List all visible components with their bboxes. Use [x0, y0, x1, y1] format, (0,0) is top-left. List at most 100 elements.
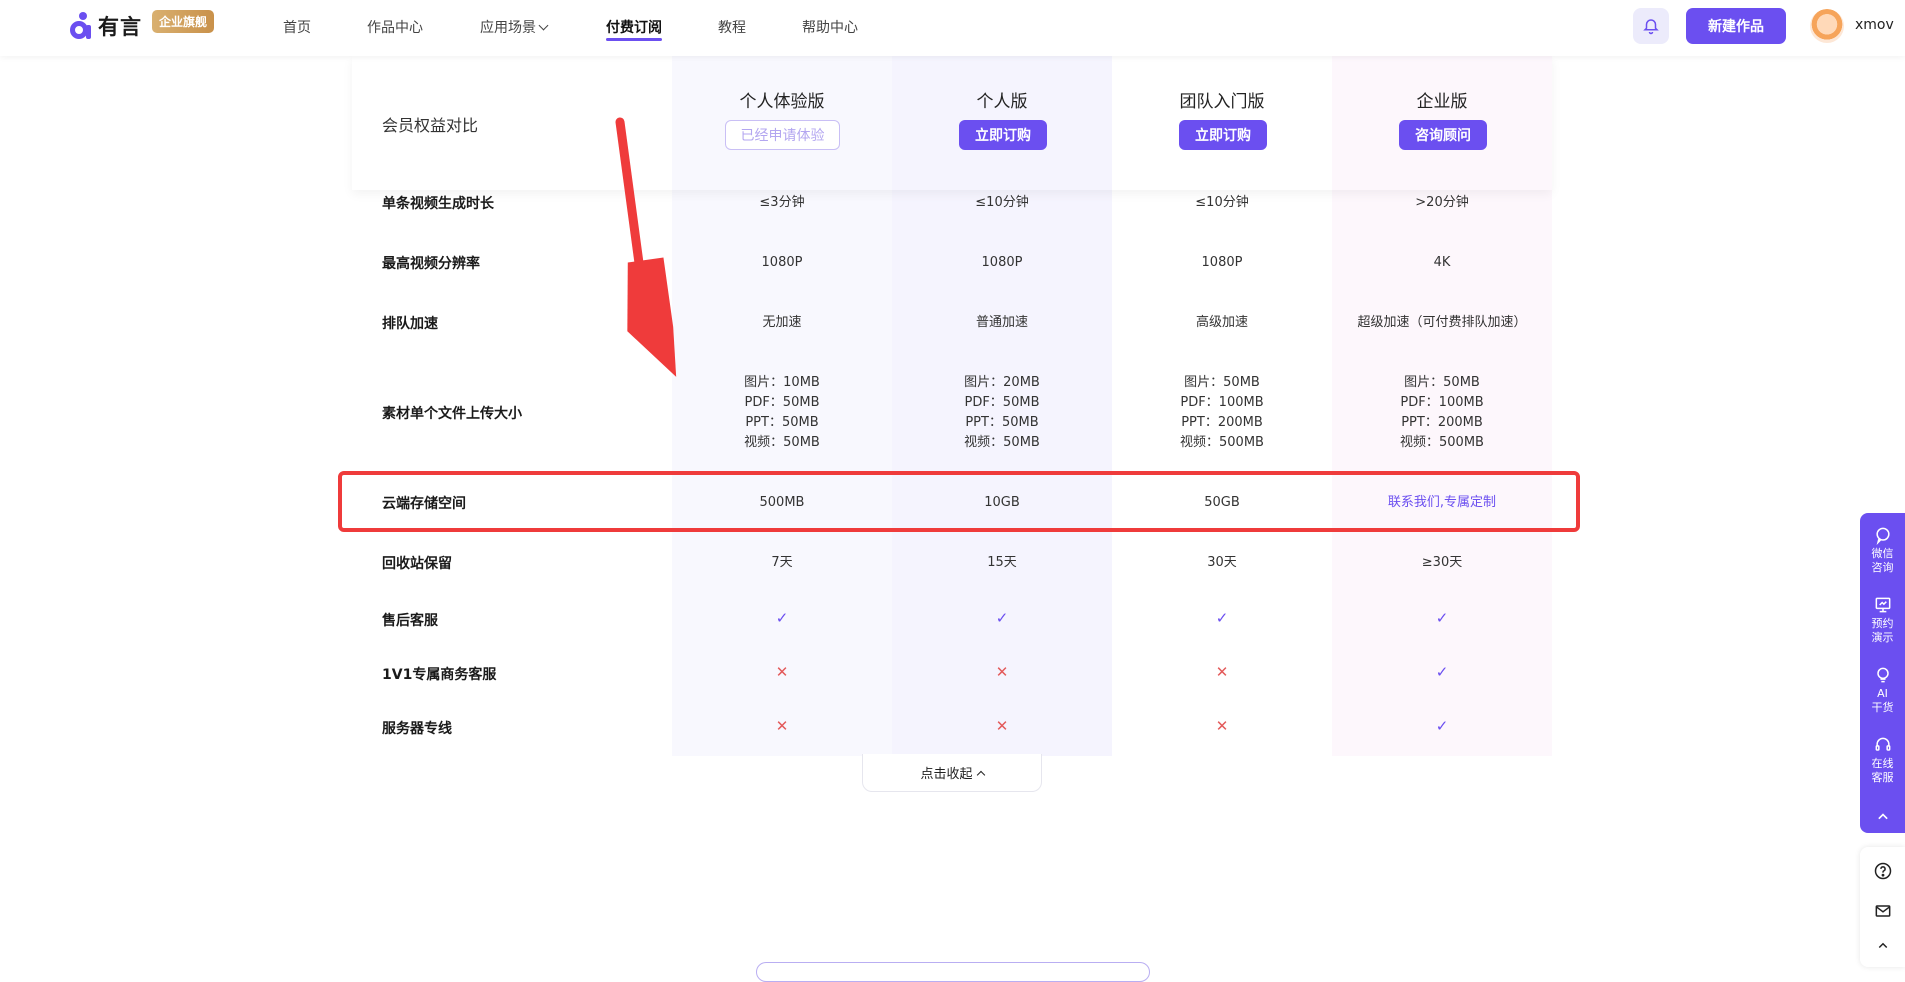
row-label: 排队加速 [382, 316, 438, 332]
side-item-label: 演示 [1871, 631, 1894, 644]
help-button[interactable] [1860, 861, 1905, 885]
plan-name-enterprise: 企业版 [1416, 92, 1468, 112]
row-label: 服务器专线 [382, 721, 452, 737]
cell-line: 图片：50MB [1184, 375, 1260, 390]
table-cell: 1080P [761, 255, 803, 270]
cell-line: 视频：500MB [1180, 435, 1264, 450]
nav-works-center[interactable]: 作品中心 [367, 17, 423, 37]
table-cell: ≥30天 [1421, 555, 1463, 570]
presentation-icon [1875, 597, 1890, 613]
enterprise-badge: 企业旗舰 [152, 9, 215, 33]
row-label: 1V1专属商务客服 [382, 667, 497, 683]
chevron-up-icon [1878, 942, 1887, 949]
logo-text: 有言 [98, 15, 142, 39]
nav-tutorial[interactable]: 教程 [718, 17, 746, 37]
annotation-box-storage-row [338, 471, 1580, 532]
buy-team-button[interactable]: 立即订购 [1179, 120, 1267, 150]
table-cell: ≤3分钟 [759, 195, 805, 210]
table-cell: 7天 [771, 555, 793, 570]
row-label: 售后客服 [382, 613, 438, 629]
headset-icon [1875, 737, 1890, 751]
message-button[interactable] [1860, 901, 1905, 925]
check-icon: ✓ [1435, 663, 1449, 681]
applied-trial-button[interactable]: 已经申请体验 [725, 120, 840, 150]
table-cell: >20分钟 [1415, 195, 1469, 210]
bell-icon [1643, 19, 1659, 35]
notification-button[interactable] [1633, 8, 1669, 44]
side-item-label: 咨询 [1871, 561, 1894, 574]
cell-line: 视频：50MB [964, 435, 1040, 450]
help-icon [1874, 862, 1891, 880]
username[interactable]: xmov [1855, 17, 1894, 33]
table-cell: 无加速 [762, 315, 802, 330]
row-label: 最高视频分辨率 [382, 256, 480, 272]
annotation-arrow-icon [615, 117, 677, 377]
nav-help-center[interactable]: 帮助中心 [802, 17, 858, 37]
collapse-label: 点击收起 [920, 767, 973, 782]
table-cell: 4K [1433, 255, 1451, 270]
cell-line: 视频：500MB [1400, 435, 1484, 450]
table-cell: 15天 [987, 555, 1017, 570]
side-item-label: 微信 [1871, 547, 1894, 560]
cell-line: 图片：50MB [1404, 375, 1480, 390]
chat-icon [1875, 527, 1890, 545]
lightbulb-icon [1876, 667, 1889, 683]
side-item-label: 预约 [1871, 617, 1894, 630]
plan-name-trial: 个人体验版 [739, 92, 825, 112]
side-book-demo[interactable]: 预约 演示 [1860, 595, 1905, 645]
floating-service-panel: 微信 咨询 预约 演示 AI 干货 在线 客服 [1860, 513, 1905, 833]
table-cell: 图片：20MB PDF：50MB PPT：50MB 视频：50MB [892, 373, 1112, 453]
table-cell: 普通加速 [975, 315, 1028, 330]
cross-icon: ✕ [1215, 663, 1229, 681]
row-label: 回收站保留 [382, 556, 452, 572]
logo[interactable]: 有言 企业旗舰 [68, 9, 215, 41]
cell-line: PPT：50MB [745, 415, 819, 430]
side-collapse-button[interactable] [1860, 807, 1905, 829]
cell-line: PDF：50MB [744, 395, 820, 410]
side-ai-tips[interactable]: AI 干货 [1860, 665, 1905, 715]
plan-name-team: 团队入门版 [1179, 92, 1265, 112]
cell-line: PDF：100MB [1180, 395, 1264, 410]
check-icon: ✓ [1215, 609, 1229, 627]
row-label: 素材单个文件上传大小 [382, 406, 522, 422]
table-cell: ≤10分钟 [1195, 195, 1249, 210]
mail-icon [1875, 905, 1890, 917]
bottom-outline-button[interactable] [756, 962, 1150, 982]
nav-paid-subscription-label: 付费订阅 [606, 20, 662, 36]
table-cell: 1080P [981, 255, 1023, 270]
scroll-top-button[interactable] [1860, 937, 1905, 959]
side-item-label: 在线 [1871, 757, 1894, 770]
row-label: 单条视频生成时长 [382, 196, 494, 212]
nav-scenarios[interactable]: 应用场景 [480, 17, 549, 37]
side-wechat-consult[interactable]: 微信 咨询 [1860, 525, 1905, 575]
table-cell: 高级加速 [1195, 315, 1248, 330]
nav-home[interactable]: 首页 [283, 17, 311, 37]
table-cell: 图片：10MB PDF：50MB PPT：50MB 视频：50MB [672, 373, 892, 453]
cell-line: 图片：10MB [744, 375, 820, 390]
cell-line: PDF：100MB [1400, 395, 1484, 410]
chevron-up-icon [1877, 813, 1888, 820]
check-icon: ✓ [775, 609, 789, 627]
nav-paid-subscription[interactable]: 付费订阅 [606, 17, 662, 41]
cross-icon: ✕ [1215, 717, 1229, 735]
avatar[interactable] [1810, 9, 1844, 43]
buy-personal-button[interactable]: 立即订购 [959, 120, 1047, 150]
active-tab-underline [606, 38, 662, 41]
table-cell: 30天 [1207, 555, 1237, 570]
check-icon: ✓ [995, 609, 1009, 627]
table-cell: 图片：50MB PDF：100MB PPT：200MB 视频：500MB [1332, 373, 1552, 453]
side-item-label: 客服 [1871, 771, 1894, 784]
cross-icon: ✕ [775, 663, 789, 681]
chevron-up-icon [976, 770, 985, 779]
cross-icon: ✕ [775, 717, 789, 735]
collapse-button[interactable]: 点击收起 [862, 754, 1042, 792]
consult-advisor-button[interactable]: 咨询顾问 [1399, 120, 1487, 150]
new-work-button[interactable]: 新建作品 [1686, 8, 1786, 44]
top-navbar: 有言 企业旗舰 首页 作品中心 应用场景 付费订阅 教程 帮助中心 新建作品 x… [0, 0, 1905, 56]
cell-line: PPT：200MB [1181, 415, 1263, 430]
cross-icon: ✕ [995, 663, 1009, 681]
cell-line: 视频：50MB [744, 435, 820, 450]
side-online-service[interactable]: 在线 客服 [1860, 735, 1905, 785]
cell-line: PDF：50MB [964, 395, 1040, 410]
table-cell: 1080P [1201, 255, 1243, 270]
